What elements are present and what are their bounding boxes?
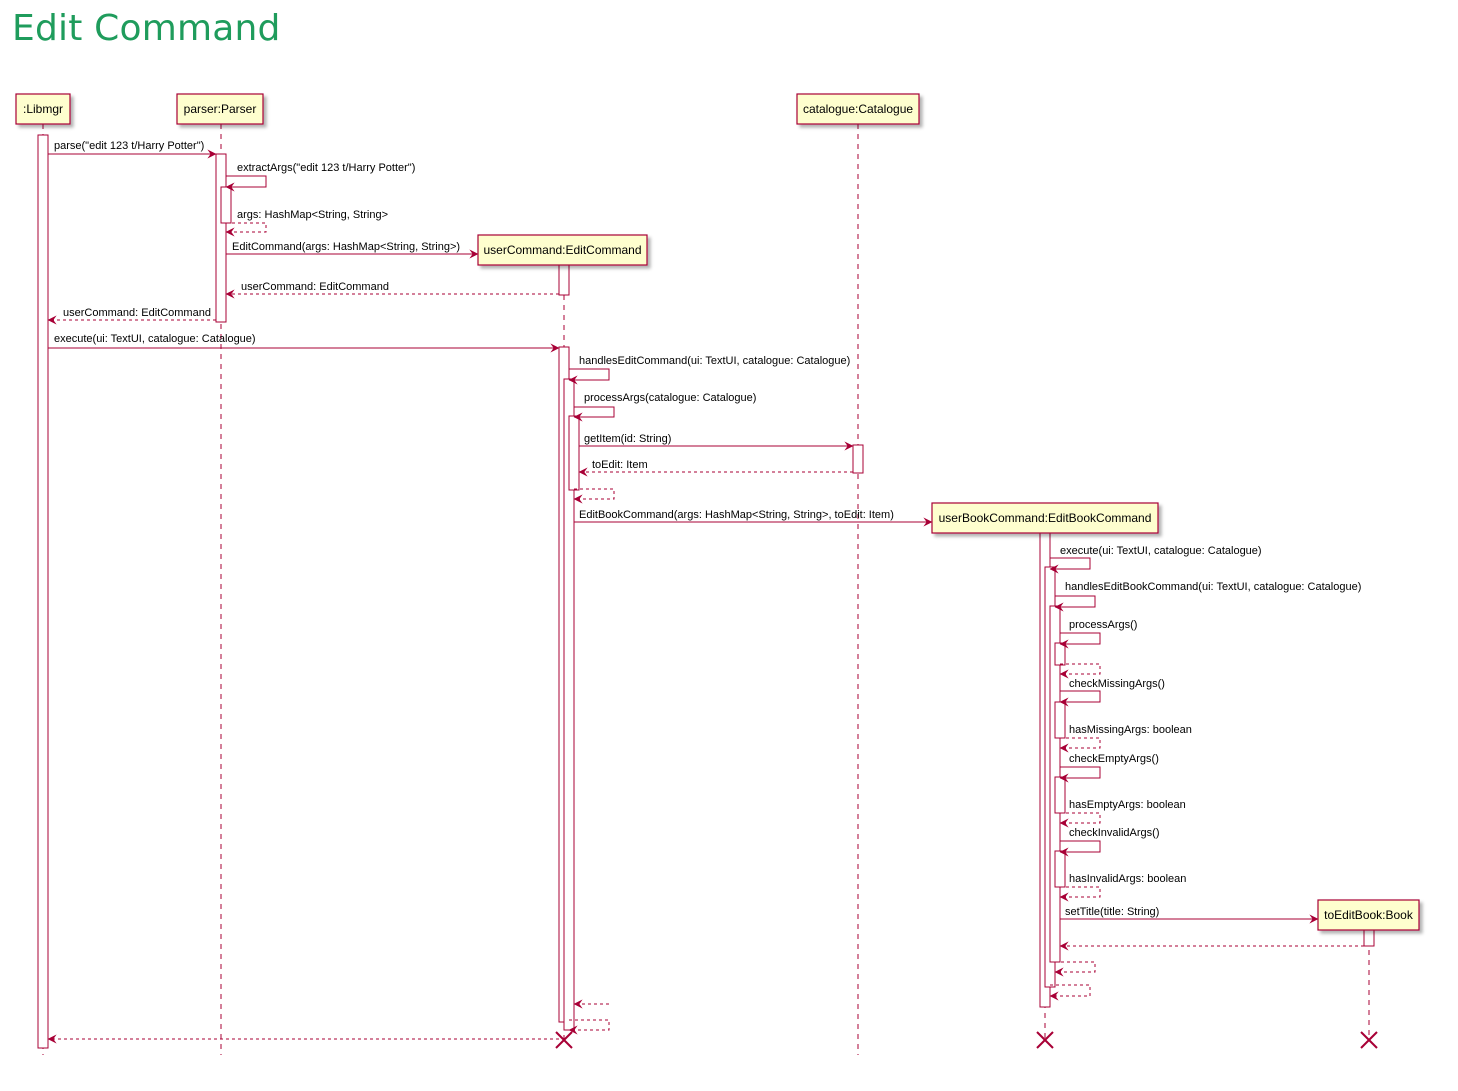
message-4: EditCommand(args: HashMap<String, String… [226,241,479,259]
message-29 [568,1019,610,1035]
message-27 [1049,984,1091,1001]
message-12 [573,488,615,504]
message-label: checkEmptyArgs() [1069,753,1159,765]
message-label: execute(ui: TextUI, catalogue: Catalogue… [54,333,256,345]
message-label: toEdit: Item [592,459,648,471]
message-label: checkMissingArgs() [1069,678,1165,690]
participant-userBookCommand: userBookCommand:EditBookCommand [931,502,1159,534]
participant-label: userBookCommand:EditBookCommand [939,511,1152,525]
message-label: userCommand: EditCommand [63,307,211,319]
participant-userCommand: userCommand:EditCommand [477,234,648,266]
message-label: checkInvalidArgs() [1069,827,1159,839]
message-label: hasInvalidArgs: boolean [1069,873,1186,885]
message-24: setTitle(title: String) [1060,906,1319,924]
participant-parser: parser:Parser [176,93,264,125]
activation-bar [558,264,570,296]
message-label: setTitle(title: String) [1065,906,1159,918]
activation-bar [1363,928,1375,947]
message-22: checkInvalidArgs() [1059,827,1159,857]
message-label: hasEmptyArgs: boolean [1069,799,1186,811]
message-label: extractArgs("edit 123 t/Harry Potter") [237,162,415,174]
message-13: EditBookCommand(args: HashMap<String, St… [574,509,933,527]
participant-catalogue: catalogue:Catalogue [796,93,920,125]
activation-bar [1054,850,1066,888]
message-label: handlesEditCommand(ui: TextUI, catalogue… [579,355,850,367]
message-20: checkEmptyArgs() [1059,753,1159,783]
message-label: args: HashMap<String, String> [237,209,388,221]
activation-bar [1054,642,1066,666]
participant-label: parser:Parser [184,102,257,116]
message-label: EditBookCommand(args: HashMap<String, St… [579,509,894,521]
participant-toEditBook: toEditBook:Book [1317,899,1420,931]
message-11: toEdit: Item [578,459,853,477]
message-1: parse("edit 123 t/Harry Potter") [48,140,217,159]
sequence-diagram: parse("edit 123 t/Harry Potter") extractA… [15,93,1420,1055]
message-9: processArgs(catalogue: Catalogue) [573,392,756,422]
message-3: args: HashMap<String, String> [225,209,388,237]
message-26 [1054,961,1096,977]
message-10: getItem(id: String) [579,433,854,451]
activation-bar [37,134,49,1049]
participant-label: toEditBook:Book [1324,908,1414,922]
message-label: EditCommand(args: HashMap<String, String… [232,241,460,253]
activation-bar [1054,776,1066,814]
message-label: processArgs() [1069,619,1137,631]
message-label: getItem(id: String) [584,433,671,445]
destroy-marker [555,1031,573,1049]
message-15: handlesEditBookCommand(ui: TextUI, catal… [1054,581,1361,612]
message-23: hasInvalidArgs: boolean [1059,873,1186,902]
activation-bar [568,415,580,491]
message-8: handlesEditCommand(ui: TextUI, catalogue… [568,355,850,385]
message-17 [1059,663,1101,679]
message-19: hasMissingArgs: boolean [1059,724,1192,753]
message-label: parse("edit 123 t/Harry Potter") [54,140,204,152]
message-6: userCommand: EditCommand [47,307,216,325]
message-16: processArgs() [1059,619,1137,649]
message-2: extractArgs("edit 123 t/Harry Potter") [225,162,415,192]
activation-bar [1054,701,1066,739]
activation-bar [220,186,232,224]
participant-label: catalogue:Catalogue [803,102,913,116]
activation-bar [215,153,227,323]
message-label: handlesEditBookCommand(ui: TextUI, catal… [1065,581,1361,593]
message-label: processArgs(catalogue: Catalogue) [584,392,756,404]
participant-libmgr: :Libmgr [15,93,71,125]
message-label: execute(ui: TextUI, catalogue: Catalogue… [1060,545,1262,557]
message-7: execute(ui: TextUI, catalogue: Catalogue… [48,333,560,353]
message-18: checkMissingArgs() [1059,678,1165,707]
activation-bar [852,444,864,474]
message-label: hasMissingArgs: boolean [1069,724,1192,736]
message-label: userCommand: EditCommand [241,281,389,293]
participant-label: userCommand:EditCommand [483,243,641,257]
participant-label: :Libmgr [23,102,63,116]
message-21: hasEmptyArgs: boolean [1059,799,1186,828]
message-14: execute(ui: TextUI, catalogue: Catalogue… [1049,545,1262,574]
message-5: userCommand: EditCommand [225,281,559,299]
